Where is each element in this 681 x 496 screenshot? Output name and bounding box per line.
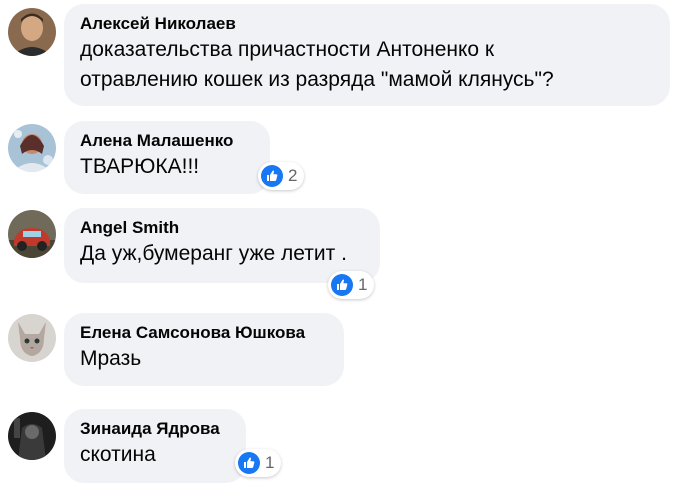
like-thumbs-up-icon (261, 165, 283, 187)
comment-text-line: Мразь (80, 347, 142, 370)
comment-author[interactable]: Зинаида Ядрова (80, 418, 230, 440)
comment-bubble: Алена Малашенко ТВАРЮКА!!! (64, 121, 270, 194)
comments-section: Алексей Николаев доказательства причастн… (0, 0, 681, 496)
comment-author[interactable]: Елена Самсонова Юшкова (80, 322, 328, 344)
avatar[interactable] (8, 124, 56, 172)
comment-text-line: скотина (80, 443, 156, 466)
avatar[interactable] (8, 412, 56, 460)
comment-text-line: Да уж,бумеранг уже летит . (80, 242, 347, 265)
comment-bubble: Алексей Николаев доказательства причастн… (64, 4, 670, 106)
reaction-count: 1 (265, 453, 275, 472)
comment-author[interactable]: Angel Smith (80, 217, 364, 239)
reaction-count: 1 (358, 275, 368, 294)
comment-bubble: Зинаида Ядрова скотина (64, 409, 246, 483)
reaction-summary[interactable]: 2 (258, 162, 305, 190)
comment-text-line: отравлению кошек из разряда "мамой кляну… (80, 68, 554, 91)
avatar[interactable] (8, 314, 56, 362)
avatar[interactable] (8, 8, 56, 56)
comment-text-line: доказательства причастности Антоненко к (80, 38, 495, 61)
comment-author[interactable]: Алена Малашенко (80, 130, 254, 152)
avatar[interactable] (8, 210, 56, 258)
comment-author[interactable]: Алексей Николаев (80, 13, 654, 35)
comment-bubble: Елена Самсонова Юшкова Мразь (64, 313, 344, 386)
reaction-summary[interactable]: 1 (328, 271, 375, 299)
comment-text-line: ТВАРЮКА!!! (80, 155, 200, 178)
like-thumbs-up-icon (331, 274, 353, 296)
reaction-summary[interactable]: 1 (235, 449, 282, 477)
like-thumbs-up-icon (238, 452, 260, 474)
reaction-count: 2 (288, 166, 298, 185)
comment-bubble: Angel Smith Да уж,бумеранг уже летит . (64, 208, 380, 283)
